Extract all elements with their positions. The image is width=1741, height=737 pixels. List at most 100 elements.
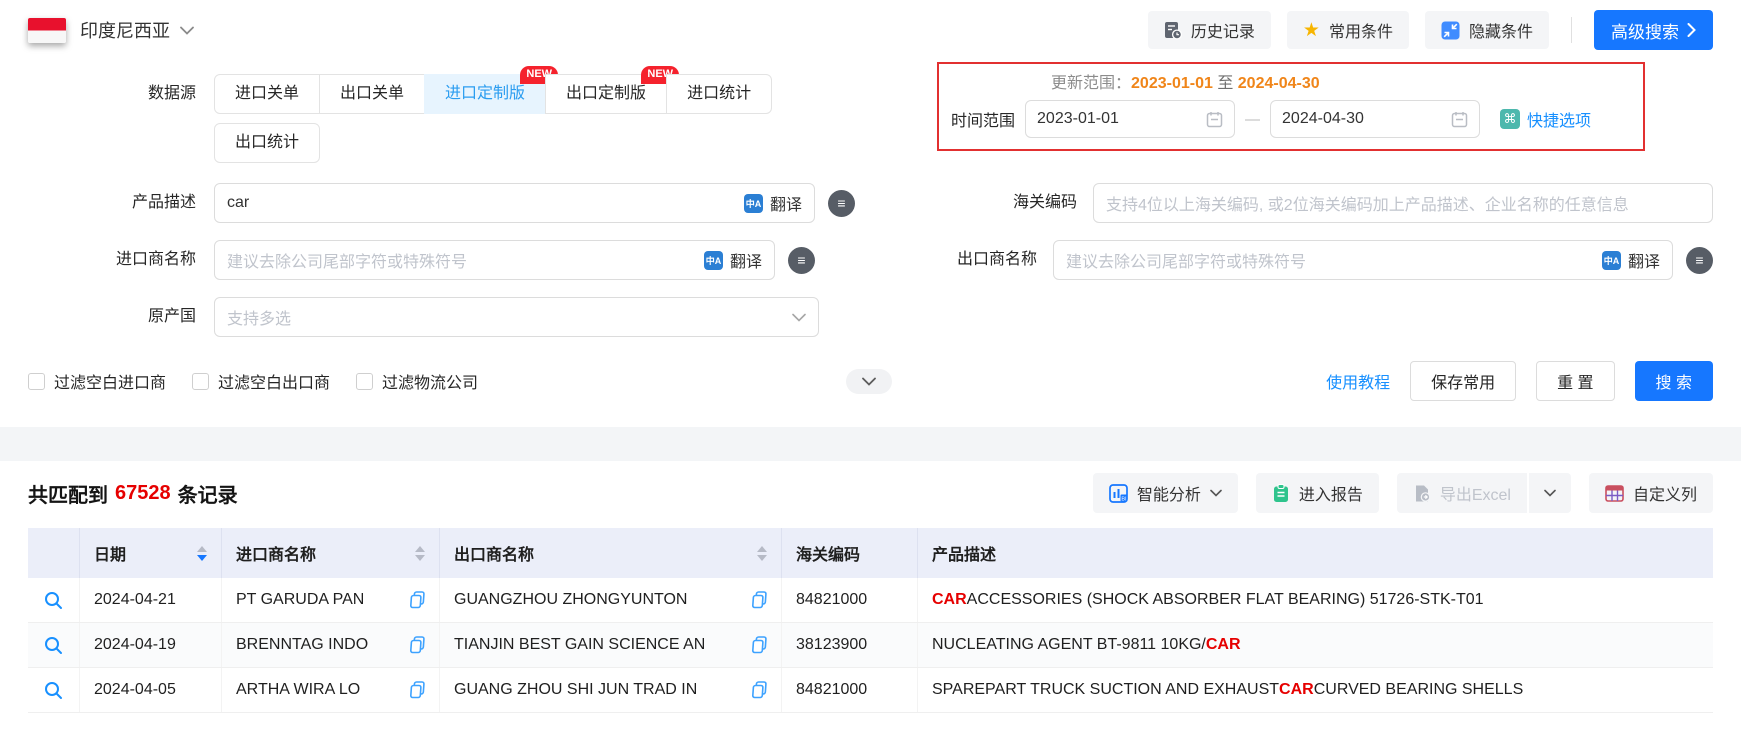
checkbox-label: 过滤空白出口商 (218, 375, 331, 392)
datasource-tab[interactable]: 进口关单 (214, 74, 321, 114)
custom-columns-button[interactable]: 自定义列 (1588, 473, 1713, 513)
chevron-down-icon[interactable] (180, 26, 194, 35)
exporter-input[interactable]: 建议去除公司尾部字符或特殊符号 中A 翻译 (1053, 240, 1673, 280)
match-logic-icon[interactable]: ≡ (788, 246, 815, 274)
chevron-down-icon (1544, 489, 1556, 497)
datasource-tab-label: 出口统计 (235, 134, 300, 151)
save-common-button[interactable]: 保存常用 (1410, 361, 1517, 401)
hs-code-label: 海关编码 (1012, 194, 1077, 211)
row-detail-button[interactable] (28, 668, 80, 712)
translate-button[interactable]: 中A 翻译 (734, 191, 802, 215)
update-range-text: 更新范围：2023-01-01 至 2024-04-30 (1051, 69, 1631, 93)
copy-icon[interactable] (409, 681, 425, 699)
filter-checkbox[interactable]: 过滤物流公司 (356, 369, 478, 393)
table-row: 2024-04-05 ARTHA WIRA LO GUANG ZHOU SHI … (28, 668, 1713, 713)
sort-icons[interactable] (197, 545, 207, 561)
copy-icon[interactable] (751, 681, 767, 699)
datasource-tab[interactable]: 进口统计 (666, 74, 773, 114)
sort-icons[interactable] (415, 545, 425, 561)
search-button[interactable]: 搜 索 (1634, 361, 1713, 401)
filter-checkbox[interactable]: 过滤空白出口商 (192, 369, 330, 393)
sort-desc-icon[interactable] (197, 554, 207, 561)
history-button[interactable]: 历史记录 (1147, 11, 1271, 49)
cell-exporter[interactable]: TIANJIN BEST GAIN SCIENCE AN (440, 623, 782, 667)
results-count: 67528 (115, 481, 171, 504)
export-options-button[interactable] (1526, 473, 1571, 513)
exporter-name[interactable]: GUANG ZHOU SHI JUN TRAD IN (454, 681, 744, 699)
reset-button[interactable]: 重 置 (1536, 361, 1615, 401)
checkbox-icon[interactable] (356, 372, 374, 390)
country-selector-label[interactable]: 印度尼西亚 (80, 17, 170, 43)
origin-country-label: 原产国 (147, 308, 196, 325)
hs-code-input[interactable]: 支持4位以上海关编码, 或2位海关编码加上产品描述、企业名称的任意信息 (1093, 183, 1713, 223)
table-header-cell[interactable]: 海关编码 (782, 528, 918, 578)
table-header-cell[interactable]: 产品描述 (918, 528, 1713, 578)
favorites-button[interactable]: ★ 常用条件 (1286, 11, 1409, 49)
table-header-cell[interactable]: 进口商名称 (222, 528, 440, 578)
sort-asc-icon[interactable] (415, 545, 425, 552)
sort-desc-icon[interactable] (757, 554, 767, 561)
importer-name[interactable]: ARTHA WIRA LO (236, 681, 402, 699)
datasource-tab[interactable]: 出口关单 (319, 74, 426, 114)
hide-conditions-button[interactable]: 隐藏条件 (1424, 11, 1549, 49)
filter-checkbox[interactable]: 过滤空白进口商 (28, 369, 166, 393)
match-logic-icon[interactable]: ≡ (828, 189, 855, 217)
sort-asc-icon[interactable] (197, 545, 207, 552)
topbar: 印度尼西亚 历史记录 ★ 常用条件 隐藏条件 高级搜索 (0, 0, 1741, 60)
expand-conditions-button[interactable] (846, 369, 892, 394)
product-desc-label: 产品描述 (131, 194, 196, 211)
sort-icons[interactable] (757, 545, 767, 561)
copy-icon[interactable] (751, 591, 767, 609)
exporter-name[interactable]: GUANGZHOU ZHONGYUNTON (454, 591, 744, 609)
translate-button[interactable]: 中A 翻译 (1592, 248, 1660, 272)
checkbox-icon[interactable] (28, 372, 45, 390)
enter-report-button[interactable]: 进入报告 (1255, 473, 1379, 513)
datasource-tab[interactable]: 出口统计 (214, 123, 321, 163)
table-header-cell[interactable]: 日期 (80, 528, 222, 578)
copy-icon[interactable] (409, 636, 425, 654)
table-body: 2024-04-21 PT GARUDA PAN GUANGZHOU ZHONG… (28, 578, 1713, 713)
form-footer: 过滤空白进口商 过滤空白出口商 过滤物流公司 使用教程 保存常用 重 置 搜 索 (28, 361, 1713, 427)
row-detail-button[interactable] (28, 623, 80, 667)
sort-asc-icon[interactable] (757, 545, 767, 552)
update-range-start: 2023-01-01 (1131, 75, 1213, 92)
excel-export-icon (1415, 485, 1431, 502)
copy-icon[interactable] (409, 591, 425, 609)
table-row: 2024-04-19 BRENNTAG INDO TIANJIN BEST GA… (28, 623, 1713, 668)
export-excel-button[interactable]: 导出Excel (1397, 473, 1527, 513)
datasource-tab-label: 进口统计 (687, 85, 752, 102)
advanced-search-button[interactable]: 高级搜索 (1594, 10, 1713, 50)
collapse-icon (1441, 21, 1460, 39)
checkbox-icon[interactable] (192, 372, 210, 390)
favorites-label: 常用条件 (1328, 24, 1393, 41)
tutorial-link[interactable]: 使用教程 (1326, 369, 1390, 393)
start-date-input[interactable]: 2023-01-01 (1025, 100, 1236, 138)
importer-input[interactable]: 建议去除公司尾部字符或特殊符号 中A 翻译 (214, 240, 775, 280)
origin-country-select[interactable]: 支持多选 (214, 297, 819, 337)
magnifier-icon (45, 636, 62, 654)
end-date-input[interactable]: 2024-04-30 (1270, 100, 1481, 138)
smart-analysis-button[interactable]: BI 智能分析 (1092, 473, 1238, 513)
datasource-tab[interactable]: 出口定制版 NEW (545, 66, 680, 114)
column-label: 海关编码 (796, 547, 861, 564)
exporter-name[interactable]: TIANJIN BEST GAIN SCIENCE AN (454, 636, 744, 654)
datasource-tab[interactable]: 进口定制版 NEW (424, 66, 559, 114)
table-header-cell[interactable]: 出口商名称 (440, 528, 782, 578)
cell-importer[interactable]: PT GARUDA PAN (222, 578, 440, 622)
product-desc-input[interactable]: car 中A 翻译 (214, 183, 815, 223)
quick-options-label: 快捷选项 (1527, 113, 1592, 130)
magnifier-icon (45, 681, 62, 699)
row-detail-button[interactable] (28, 578, 80, 622)
copy-icon[interactable] (751, 636, 767, 654)
sort-desc-icon[interactable] (415, 554, 425, 561)
importer-name[interactable]: PT GARUDA PAN (236, 591, 402, 609)
cell-importer[interactable]: ARTHA WIRA LO (222, 668, 440, 712)
quick-options-link[interactable]: ⌘ 快捷选项 (1500, 107, 1591, 131)
match-logic-icon[interactable]: ≡ (1686, 246, 1713, 274)
cell-importer[interactable]: BRENNTAG INDO (222, 623, 440, 667)
cell-exporter[interactable]: GUANG ZHOU SHI JUN TRAD IN (440, 668, 782, 712)
chevron-down-icon (792, 313, 806, 322)
translate-button[interactable]: 中A 翻译 (694, 248, 762, 272)
cell-exporter[interactable]: GUANGZHOU ZHONGYUNTON (440, 578, 782, 622)
importer-name[interactable]: BRENNTAG INDO (236, 636, 402, 654)
